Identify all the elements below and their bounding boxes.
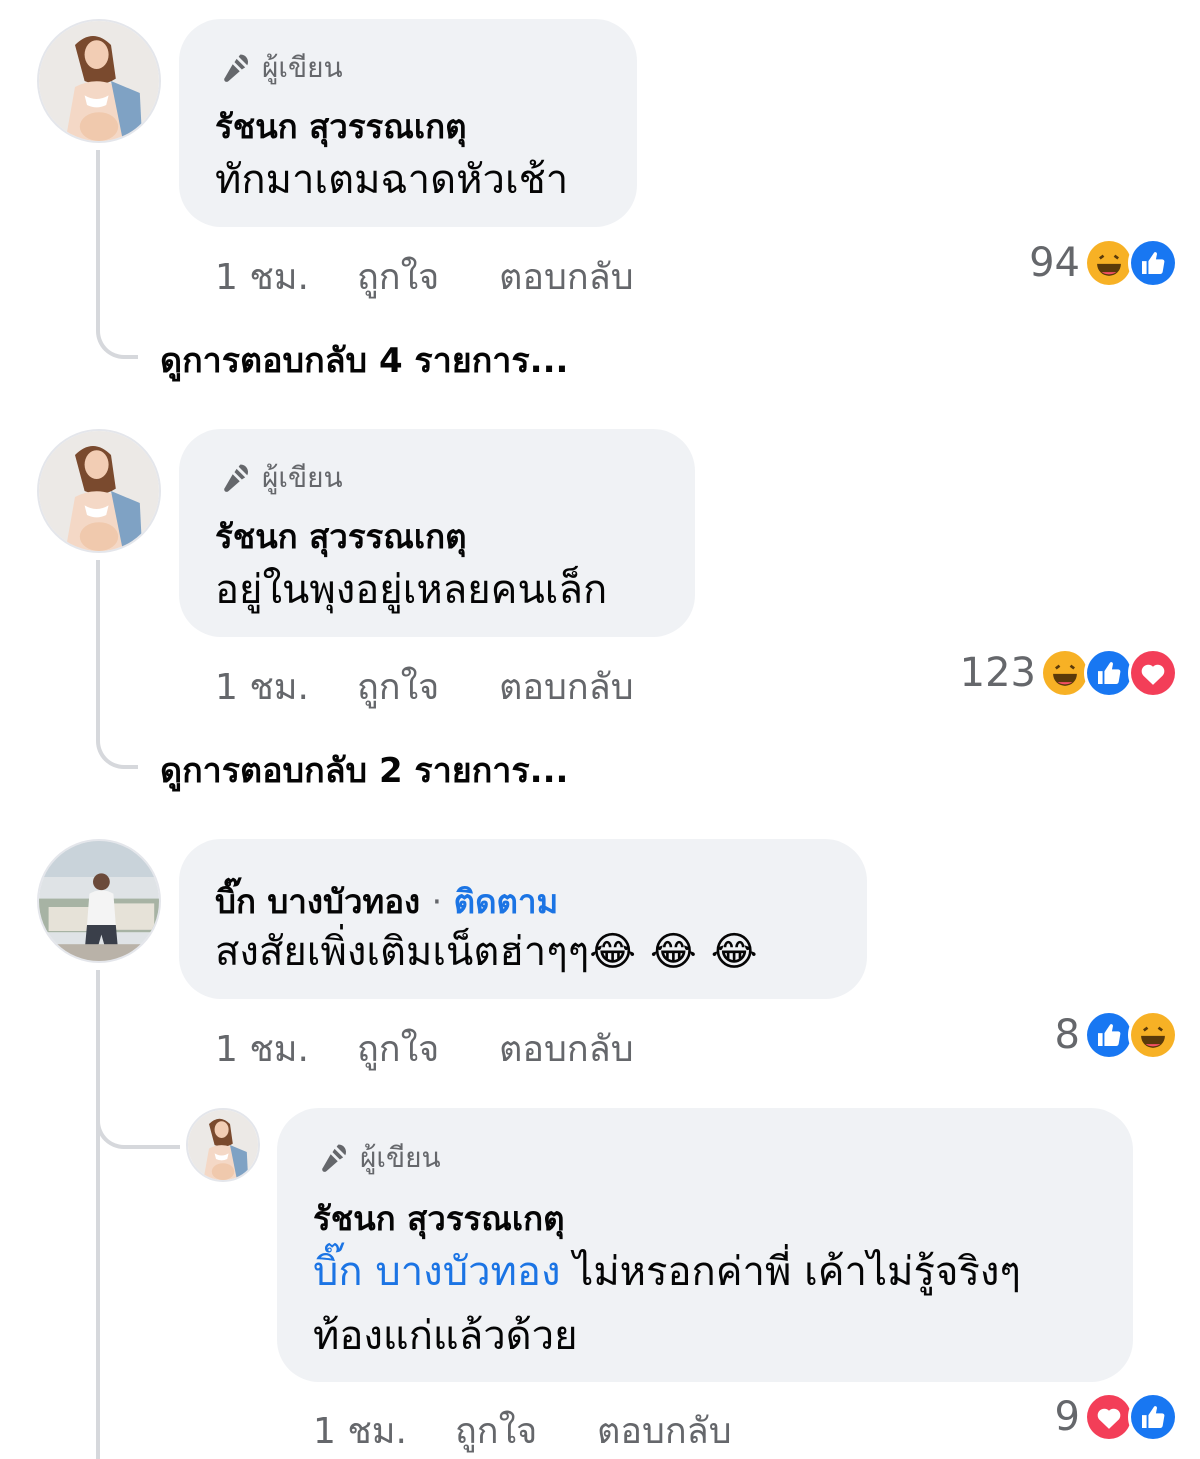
commenter-name[interactable]: รัชนก สุวรรณเกตุ [215, 510, 467, 563]
commenter-name[interactable]: รัชนก สุวรรณเกตุ [313, 1192, 565, 1245]
author-badge-label: ผู้เขียน [360, 1141, 441, 1174]
reply-text-line: บิ๊ก บางบัวทอง ไม่หรอกค่าพี่ เค้าไม่รู้จ… [313, 1252, 1021, 1292]
commenter-header: บิ๊ก บางบัวทอง · ติดตาม [215, 875, 558, 928]
author-badge: ผู้เขียน [316, 1136, 441, 1180]
comment-text: ทักมาเตมฉาดหัวเช้า [215, 157, 569, 203]
like-icon [1084, 1010, 1134, 1060]
like-button[interactable]: ถูกใจ [357, 658, 499, 715]
reply-button[interactable]: ตอบกลับ [499, 248, 634, 305]
like-button[interactable]: ถูกใจ [357, 1020, 499, 1077]
reply-button[interactable]: ตอบกลับ [499, 1020, 634, 1077]
like-icon [1128, 1392, 1178, 1442]
reaction-count: 94 [1029, 240, 1080, 286]
thread-line [96, 560, 138, 769]
author-badge-label: ผู้เขียน [262, 461, 343, 494]
reaction-summary[interactable]: 123 [960, 648, 1178, 698]
name-separator: · [431, 882, 443, 921]
avatar[interactable] [37, 19, 161, 143]
commenter-name[interactable]: บิ๊ก บางบัวทอง [215, 882, 420, 921]
like-icon [1128, 238, 1178, 288]
haha-icon [1040, 648, 1090, 698]
author-badge: ผู้เขียน [218, 456, 343, 500]
microphone-icon [224, 464, 249, 492]
thread-line [96, 970, 100, 1459]
reply-button[interactable]: ตอบกลับ [597, 1402, 732, 1459]
comment-text: สงสัยเพิ่งเติมเน็ตฮ่าๆๆ [215, 929, 590, 975]
comment-actions: 1 ชม. ถูกใจ ตอบกลับ [215, 1020, 634, 1077]
comment-time[interactable]: 1 ชม. [215, 248, 357, 305]
author-badge: ผู้เขียน [218, 46, 343, 90]
comment-actions: 1 ชม. ถูกใจ ตอบกลับ [215, 658, 634, 715]
view-replies-link[interactable]: ดูการตอบกลับ 4 รายการ... [160, 333, 568, 387]
microphone-icon [322, 1144, 347, 1172]
comment-text: อยู่ในพุงอยู่เหลยคนเล็ก [215, 567, 608, 613]
commenter-name[interactable]: รัชนก สุวรรณเกตุ [215, 100, 467, 153]
thread-line [96, 150, 138, 359]
reaction-summary[interactable]: 94 [1029, 238, 1178, 288]
reaction-summary[interactable]: 9 [1055, 1392, 1178, 1442]
love-icon [1128, 648, 1178, 698]
comment-actions: 1 ชม. ถูกใจ ตอบกลับ [313, 1402, 732, 1459]
follow-button[interactable]: ติดตาม [454, 882, 559, 921]
comment-time[interactable]: 1 ชม. [215, 658, 357, 715]
reply-button[interactable]: ตอบกลับ [499, 658, 634, 715]
haha-icon [1084, 238, 1134, 288]
reply-text: ไม่หรอกค่าพี่ เค้าไม่รู้จริงๆ [560, 1249, 1021, 1295]
like-button[interactable]: ถูกใจ [455, 1402, 597, 1459]
like-button[interactable]: ถูกใจ [357, 248, 499, 305]
avatar[interactable] [186, 1108, 260, 1182]
comment-time[interactable]: 1 ชม. [313, 1402, 455, 1459]
reaction-summary[interactable]: 8 [1055, 1010, 1178, 1060]
reaction-count: 8 [1054, 1012, 1080, 1058]
haha-icon [1128, 1010, 1178, 1060]
reaction-count: 123 [959, 650, 1036, 696]
avatar[interactable] [37, 839, 161, 963]
comment-time[interactable]: 1 ชม. [215, 1020, 357, 1077]
reaction-count: 9 [1054, 1394, 1080, 1440]
love-icon [1084, 1392, 1134, 1442]
avatar[interactable] [37, 429, 161, 553]
thread-line [96, 1080, 180, 1149]
like-icon [1084, 648, 1134, 698]
view-replies-link[interactable]: ดูการตอบกลับ 2 รายการ... [160, 743, 568, 797]
microphone-icon [224, 54, 249, 82]
comment-actions: 1 ชม. ถูกใจ ตอบกลับ [215, 248, 634, 305]
mention-link[interactable]: บิ๊ก บางบัวทอง [313, 1249, 560, 1295]
reply-text: ท้องแก่แล้วด้วย [313, 1313, 578, 1359]
comment-text-row: สงสัยเพิ่งเติมเน็ตฮ่าๆๆ😂😂😂 [215, 932, 771, 972]
author-badge-label: ผู้เขียน [262, 51, 343, 84]
tears-of-joy-icon: 😂😂😂 [589, 929, 772, 975]
